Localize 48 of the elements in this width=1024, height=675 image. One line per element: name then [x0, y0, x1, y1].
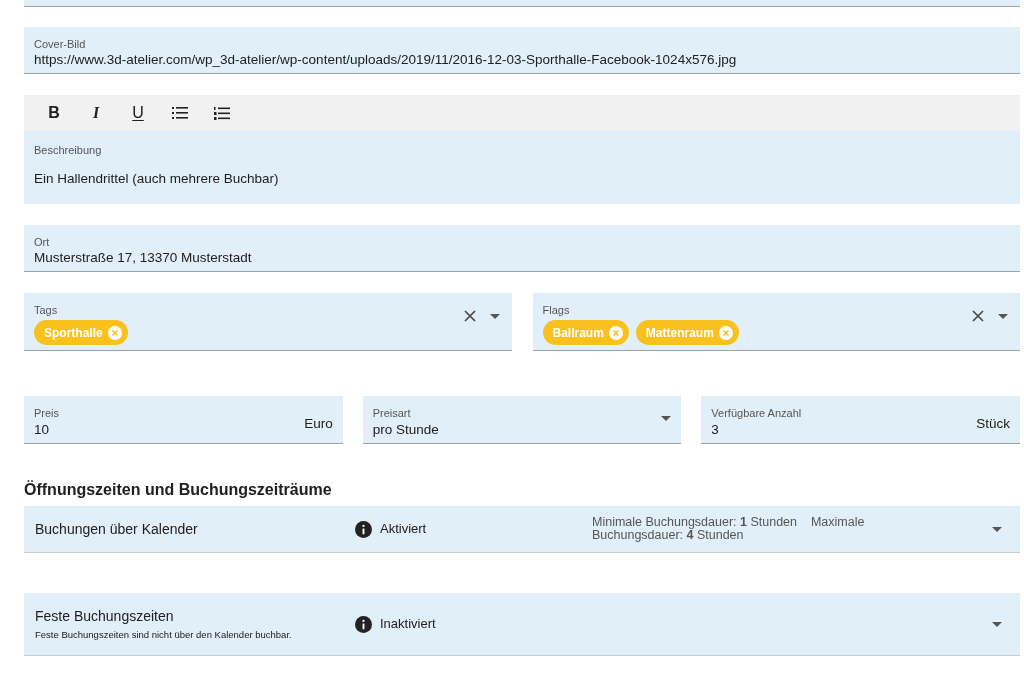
- field-label: Flags: [542, 303, 571, 317]
- expansion-panel[interactable]: Buchungen über Kalender Aktiviert Minimale Buchungsdauer: 1 Stunden Maximale Buchungsdauer: 4 Stunden: [24, 506, 1020, 553]
- chip-select-field[interactable]: Tags Sporthalle: [24, 293, 512, 351]
- booking-duration-text: Minimale Buchungsdauer: 1 Stunden Maximale Buchungsdauer: 4 Stunden: [592, 516, 866, 542]
- info-icon: [355, 520, 372, 538]
- status-text: Aktiviert: [380, 520, 427, 539]
- text-editor[interactable]: Beschreibung Ein Hallendrittel (auch mehrere Buchbar): [24, 131, 1020, 204]
- info-icon: [355, 615, 372, 633]
- unit-suffix: Stück: [976, 414, 1010, 433]
- field-label: Preis: [34, 406, 61, 420]
- section-heading: Öffnungszeiten und Buchungszeiträume: [24, 480, 333, 500]
- dropdown-caret-icon[interactable]: [489, 314, 500, 319]
- dropdown-caret-icon[interactable]: [998, 314, 1008, 319]
- text-field[interactable]: Ort Musterstraße 17, 13370 Musterstadt: [24, 225, 1020, 272]
- field-value: 3: [711, 421, 720, 439]
- panel-title: Feste Buchungszeiten: [35, 607, 175, 625]
- field-label: Cover-Bild: [34, 37, 87, 51]
- text-field[interactable]: Preis 10 Euro: [24, 396, 343, 444]
- field-label: Ort: [34, 235, 51, 249]
- text-field[interactable]: Verfügbare Anzahl 3 Stück: [701, 396, 1020, 444]
- dropdown-caret-icon[interactable]: [992, 621, 1002, 627]
- panel-title: Buchungen über Kalender: [35, 520, 199, 538]
- field-label: Verfügbare Anzahl: [711, 406, 803, 420]
- chip-select-field[interactable]: Flags Ballraum Mattenraum: [532, 293, 1020, 351]
- status-text: Inaktiviert: [380, 615, 436, 634]
- field-label: Beschreibung: [34, 143, 103, 157]
- field-label: Preisart: [372, 406, 412, 420]
- unit-suffix: Euro: [304, 414, 333, 433]
- chip-label: Sporthalle: [44, 324, 103, 342]
- field-value: https://www.3d-atelier.com/wp_3d-atelier/wp-content/uploads/2019/11/2016-12-03-Sporthalle-Facebook-1024x576.jpg: [34, 51, 738, 69]
- field-value: 10: [34, 421, 51, 439]
- chip-label: Ballraum: [552, 324, 604, 342]
- panel-subtitle: Feste Buchungszeiten sind nicht über den Kalender buchbar.: [35, 629, 293, 641]
- dropdown-caret-icon[interactable]: [992, 526, 1002, 532]
- editor-text: Ein Hallendrittel (auch mehrere Buchbar): [34, 170, 280, 188]
- expansion-panel[interactable]: Feste Buchungszeiten Feste Buchungszeiten sind nicht über den Kalender buchbar. Inaktiviert: [24, 593, 1020, 656]
- field-label: Tags: [34, 303, 59, 317]
- field-value: pro Stunde: [372, 421, 440, 439]
- text-field[interactable]: Cover-Bild https://www.3d-atelier.com/wp_3d-atelier/wp-content/uploads/2019/11/2016-12-03-Sporthalle-Facebook-1024x576.jpg: [24, 27, 1020, 74]
- format-button[interactable]: I: [80, 99, 112, 127]
- select-field[interactable]: Preisart pro Stunde: [362, 396, 682, 444]
- format-button[interactable]: B: [38, 99, 70, 127]
- clear-icon[interactable]: [972, 310, 984, 322]
- format-button[interactable]: U: [122, 99, 154, 127]
- field-value: Musterstraße 17, 13370 Musterstadt: [34, 249, 253, 267]
- dropdown-caret-icon[interactable]: [661, 416, 672, 421]
- chip-label: Mattenraum: [645, 324, 714, 342]
- clear-icon[interactable]: [463, 310, 476, 322]
